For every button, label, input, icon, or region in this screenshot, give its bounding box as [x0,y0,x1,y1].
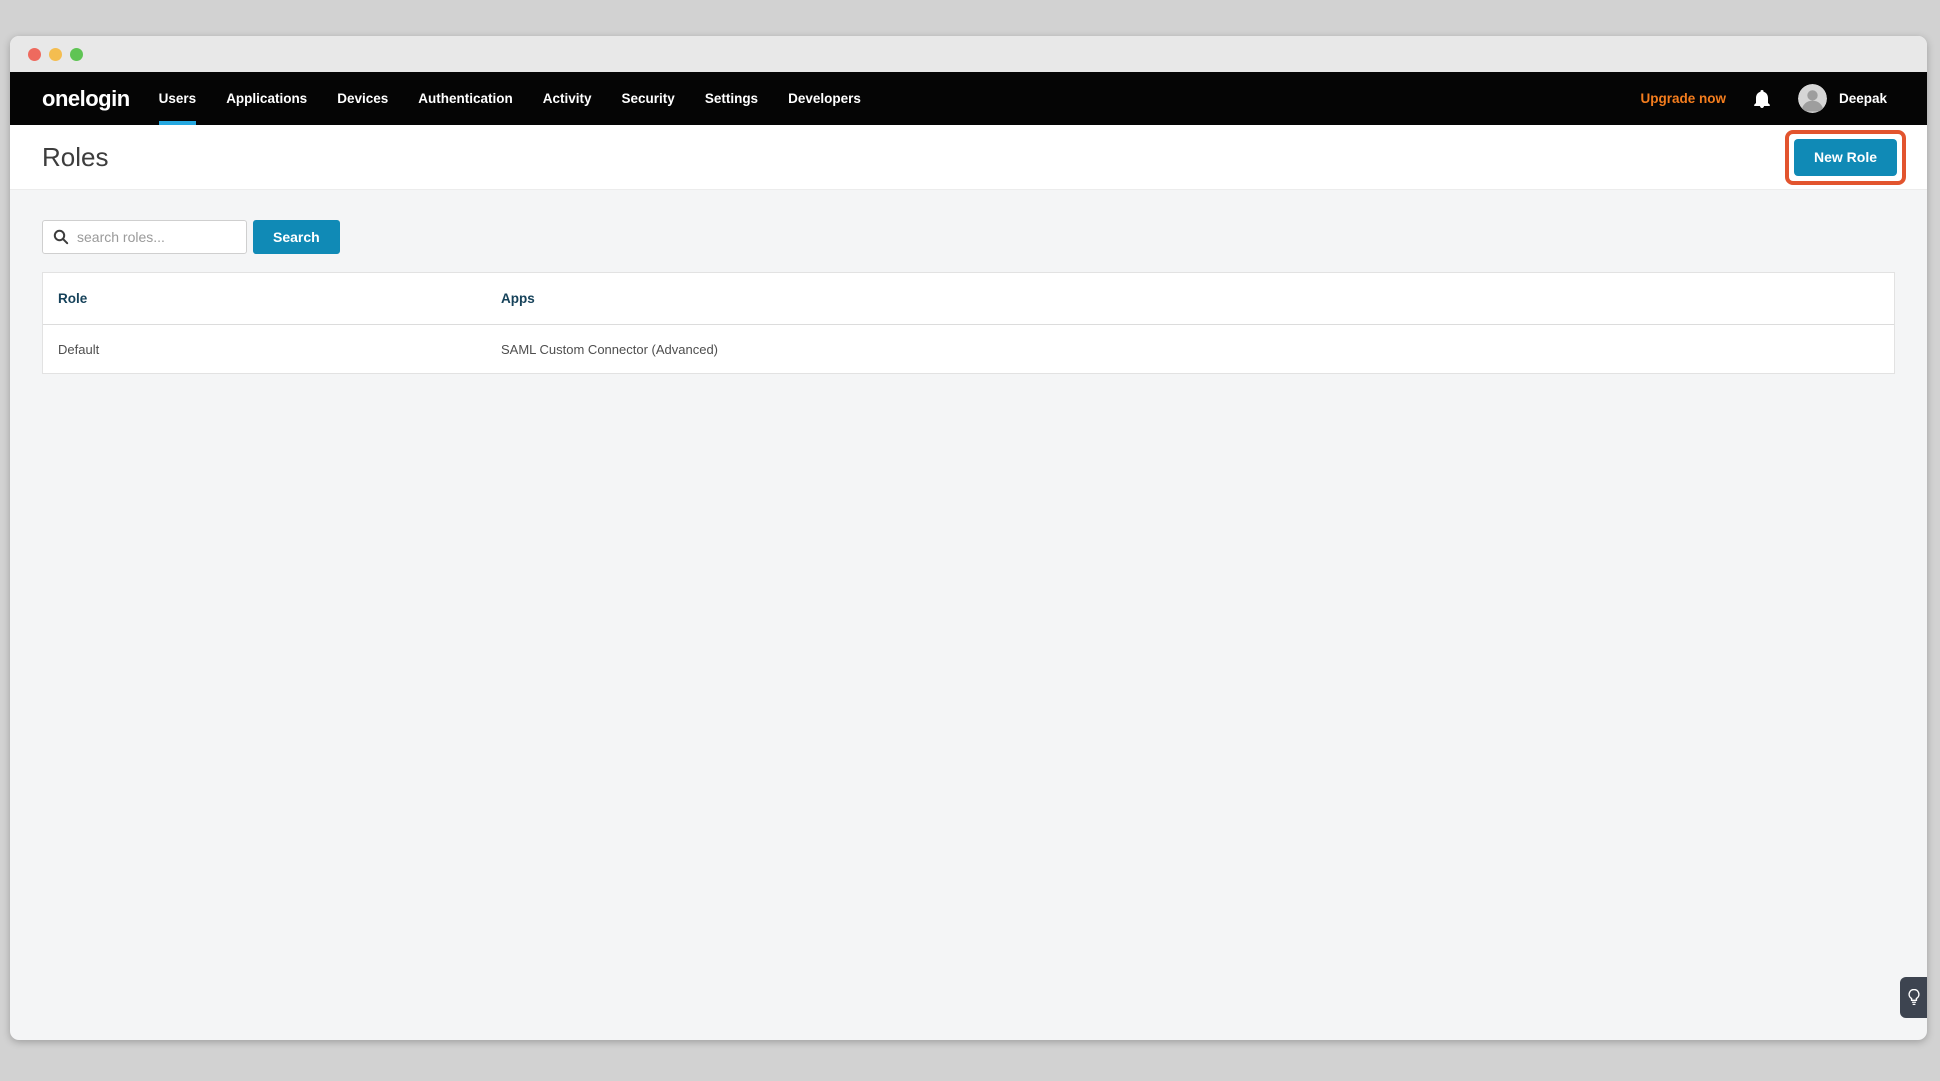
lightbulb-icon [1908,989,1920,1006]
nav-item-label: Authentication [418,91,513,106]
notifications-bell-icon[interactable] [1754,90,1770,108]
role-apps-cell: SAML Custom Connector (Advanced) [486,325,1894,373]
search-icon [53,229,69,245]
user-menu[interactable]: Deepak [1798,84,1887,113]
page-header: Roles New Role [10,125,1927,190]
help-widget-tab[interactable] [1900,977,1927,1018]
nav-item-applications[interactable]: Applications [211,72,322,125]
user-name: Deepak [1839,91,1887,106]
roles-table: Role Apps Default SAML Custom Connector … [42,272,1895,374]
nav-menu: Users Applications Devices Authenticatio… [144,72,876,125]
nav-item-security[interactable]: Security [607,72,690,125]
nav-item-label: Settings [705,91,758,106]
role-name-cell: Default [43,325,486,373]
nav-item-label: Applications [226,91,307,106]
nav-item-developers[interactable]: Developers [773,72,876,125]
nav-item-activity[interactable]: Activity [528,72,607,125]
main-content: Search Role Apps Default SAML Custom Con… [10,190,1927,1040]
column-header-role: Role [43,273,486,324]
table-header-row: Role Apps [43,273,1894,324]
page-title: Roles [42,142,108,173]
nav-item-devices[interactable]: Devices [322,72,403,125]
window-titlebar[interactable] [10,36,1927,72]
table-row[interactable]: Default SAML Custom Connector (Advanced) [43,324,1894,373]
search-row: Search [42,220,1895,254]
nav-item-label: Activity [543,91,592,106]
user-avatar [1798,84,1827,113]
window-minimize-icon[interactable] [49,48,62,61]
roles-table-header: Role Apps [43,273,1894,324]
new-role-button[interactable]: New Role [1794,139,1897,176]
nav-item-settings[interactable]: Settings [690,72,773,125]
nav-item-label: Devices [337,91,388,106]
search-box [42,220,247,254]
nav-item-label: Users [159,91,197,106]
window-close-icon[interactable] [28,48,41,61]
navbar-right-section: Upgrade now Deepak [1640,72,1887,125]
upgrade-now-link[interactable]: Upgrade now [1640,91,1726,106]
browser-window: onelogin Users Applications Devices Auth… [10,36,1927,1040]
search-roles-input[interactable] [77,229,236,245]
nav-item-users[interactable]: Users [144,72,212,125]
top-navbar: onelogin Users Applications Devices Auth… [10,72,1927,125]
window-maximize-icon[interactable] [70,48,83,61]
nav-item-label: Security [622,91,675,106]
column-header-apps: Apps [486,273,1894,324]
tutorial-highlight-box: New Role [1785,130,1906,185]
search-button[interactable]: Search [253,220,340,254]
nav-item-label: Developers [788,91,861,106]
nav-item-authentication[interactable]: Authentication [403,72,528,125]
roles-table-body: Default SAML Custom Connector (Advanced) [43,324,1894,373]
onelogin-logo[interactable]: onelogin [42,86,130,112]
